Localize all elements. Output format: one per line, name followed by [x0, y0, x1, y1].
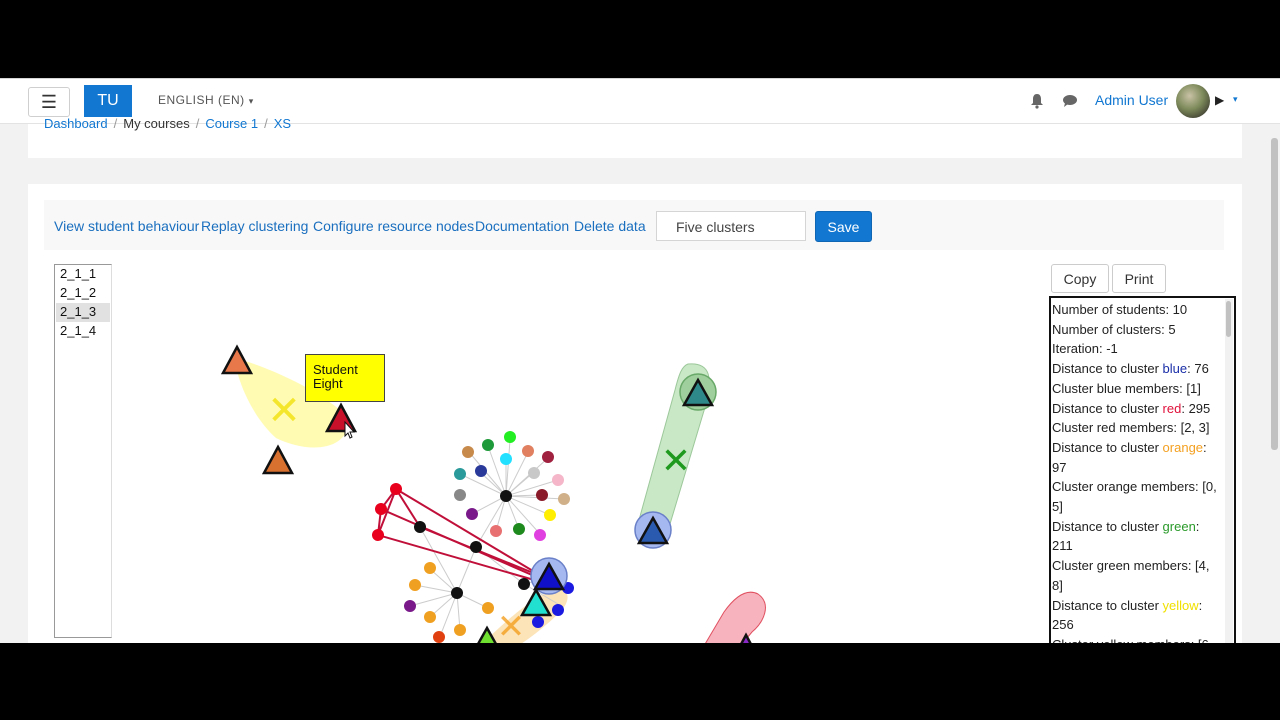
site-logo[interactable]: TU — [84, 85, 132, 117]
orange-centroid-cross: ✕ — [497, 608, 526, 643]
browser-viewport: ☰ TU ENGLISH (EN) ▾ Admin User ▶ ▾ Dashbo… — [0, 78, 1280, 643]
info-orange-distance: Distance to cluster orange: 97 — [1052, 439, 1207, 475]
breadcrumb-xs[interactable]: XS — [274, 116, 291, 131]
resource-nodes-top — [454, 431, 570, 541]
notifications-bell-icon[interactable] — [1030, 93, 1044, 109]
breadcrumb-card: Dashboard / My courses / Course 1 / XS — [28, 116, 1242, 158]
info-green-distance: Distance to cluster green: 211 — [1052, 518, 1200, 554]
cluster-info-panel[interactable]: Number of students: 10 Number of cluster… — [1049, 296, 1236, 643]
info-yellow-distance: Distance to cluster yellow: 256 — [1052, 597, 1203, 633]
info-red-members: Cluster red members: [2, 3] — [1052, 420, 1210, 436]
info-clusters: Number of clusters: 5 — [1052, 321, 1176, 337]
language-menu[interactable]: ENGLISH (EN) ▾ — [158, 93, 254, 107]
scrollbar-thumb[interactable] — [1226, 301, 1231, 337]
info-students: Number of students: 10 — [1052, 302, 1188, 317]
copy-button[interactable]: Copy — [1051, 264, 1109, 293]
messages-chat-icon[interactable] — [1062, 94, 1078, 108]
info-iteration: Iteration: -1 — [1052, 341, 1118, 357]
red-cluster: ✕ — [705, 591, 766, 643]
hamburger-menu-button[interactable]: ☰ — [28, 87, 70, 117]
clustering-graph[interactable]: ✕ ✕ ✕ ✕ — [28, 184, 1038, 643]
info-blue-distance: Distance to cluster blue: 76 — [1052, 361, 1209, 377]
print-button[interactable]: Print — [1112, 264, 1166, 293]
student-triangle — [220, 344, 254, 375]
green-centroid-cross: ✕ — [661, 440, 691, 481]
user-menu-caret-icon[interactable]: ▾ — [1233, 94, 1238, 105]
info-orange-members: Cluster orange members: [0, 5] — [1052, 479, 1217, 515]
yellow-centroid-cross: ✕ — [267, 389, 301, 433]
breadcrumb-my-courses[interactable]: My courses — [123, 116, 189, 131]
breadcrumb: Dashboard / My courses / Course 1 / XS — [44, 116, 291, 131]
info-blue-members: Cluster blue members: [1] — [1052, 380, 1201, 396]
student-triangle — [261, 444, 295, 475]
breadcrumb-separator: / — [113, 116, 118, 131]
info-red-distance: Distance to cluster red: 295 — [1052, 400, 1211, 416]
play-triangle-icon: ▶ — [1215, 93, 1225, 107]
student-tooltip: Student Eight — [305, 354, 385, 402]
page-scrollbar[interactable] — [1271, 138, 1278, 450]
user-avatar[interactable] — [1176, 84, 1210, 118]
info-yellow-members: Cluster yellow members: [6 — [1052, 635, 1220, 643]
info-panel-scrollbar[interactable] — [1225, 299, 1233, 643]
info-green-members: Cluster green members: [4, 8] — [1052, 558, 1210, 593]
breadcrumb-course[interactable]: Course 1 — [205, 116, 258, 131]
main-content-card: View student behaviour Replay clustering… — [28, 184, 1242, 643]
breadcrumb-dashboard[interactable]: Dashboard — [44, 116, 108, 131]
breadcrumb-separator: / — [195, 116, 200, 131]
menu-icon: ☰ — [40, 91, 58, 112]
breadcrumb-separator: / — [264, 116, 268, 131]
caret-down-icon: ▾ — [248, 96, 254, 106]
user-name-link[interactable]: Admin User — [1095, 92, 1168, 108]
